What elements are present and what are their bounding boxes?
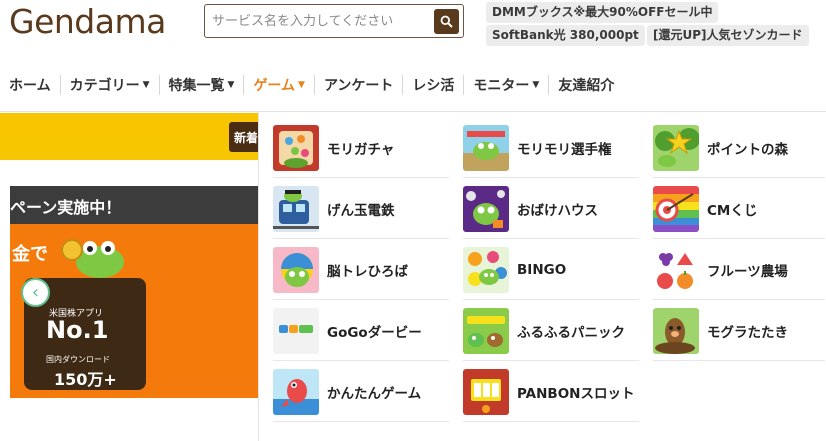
menu-item-derby[interactable]: GoGoダービー <box>273 301 449 361</box>
app-downloads-label: 国内ダウンロード <box>46 355 110 364</box>
nav-home-label: ホーム <box>9 78 51 94</box>
menu-label: CMくじ <box>707 202 758 219</box>
search-icon <box>440 15 453 28</box>
nav-survey[interactable]: アンケート <box>315 75 404 95</box>
menu-label: ポイントの森 <box>707 141 788 158</box>
promo-tag-saison[interactable]: [還元UP]人気セゾンカード <box>647 25 809 46</box>
menu-item-mole[interactable]: モグラたたき <box>653 301 825 361</box>
nav-features[interactable]: 特集一覧 ▼ <box>160 75 245 95</box>
menu-item-slot[interactable]: PANBONスロット <box>463 362 639 422</box>
nav-category[interactable]: カテゴリー ▼ <box>61 75 160 95</box>
nav-receipt[interactable]: レシ活 <box>403 75 465 95</box>
nav-invite[interactable]: 友達紹介 <box>549 75 623 95</box>
caret-down-icon: ▼ <box>298 80 305 90</box>
gendama-logo[interactable]: Gendama <box>9 2 166 41</box>
chevron-left-icon: ‹ <box>31 282 40 303</box>
menu-label: モグラたたき <box>707 324 788 341</box>
morigacha-icon <box>273 124 319 171</box>
menu-label: おばけハウス <box>517 202 598 219</box>
search-button[interactable] <box>434 9 459 34</box>
nav-game[interactable]: ゲーム ▼ <box>244 75 315 95</box>
nav-survey-label: アンケート <box>323 78 394 94</box>
menu-item-brain[interactable]: 脳トレひろば <box>273 240 449 300</box>
menu-item-cm-lottery[interactable]: CMくじ <box>653 179 825 239</box>
derby-icon <box>273 307 319 354</box>
menu-item-easy-game[interactable]: かんたんゲーム <box>273 362 449 422</box>
banner-headline: 金で <box>12 244 48 265</box>
easy-game-icon <box>273 368 319 415</box>
train-icon <box>273 185 319 232</box>
frog-mascot-icon <box>61 239 124 278</box>
notice-band <box>0 113 258 160</box>
furufuru-icon <box>463 307 509 354</box>
menu-label: モリガチャ <box>327 141 395 158</box>
menu-item-furufuru[interactable]: ふるふるパニック <box>463 301 639 361</box>
caret-down-icon: ▼ <box>227 80 235 90</box>
morimori-icon <box>463 124 509 171</box>
app-rank: No.1 <box>46 316 109 344</box>
caret-down-icon: ▼ <box>142 80 150 90</box>
caret-down-icon: ▼ <box>532 80 540 90</box>
menu-item-point-forest[interactable]: ポイントの森 <box>653 118 825 178</box>
slot-icon <box>463 368 509 415</box>
carousel-prev-button[interactable]: ‹ <box>21 278 50 307</box>
app-downloads: 150万+ <box>54 370 117 389</box>
campaign-heading: ペーン実施中！ <box>10 186 258 224</box>
menu-item-train[interactable]: げん玉電鉄 <box>273 179 449 239</box>
menu-label: かんたんゲーム <box>327 385 422 402</box>
menu-label: フルーツ農場 <box>707 263 788 280</box>
promo-tag-dmm[interactable]: DMMブックス※最大90%OFFセール中 <box>486 2 719 23</box>
search-input[interactable] <box>205 5 429 37</box>
nav-home[interactable]: ホーム <box>0 75 61 95</box>
new-arrivals-button[interactable]: 新着 <box>229 122 259 152</box>
menu-label: 脳トレひろば <box>327 263 408 280</box>
nav-monitor-label: モニター <box>473 78 530 94</box>
bingo-icon <box>463 246 509 293</box>
menu-label: げん玉電鉄 <box>327 202 395 219</box>
menu-label: ふるふるパニック <box>517 324 625 341</box>
menu-label: PANBONスロット <box>517 385 635 402</box>
nav-game-label: ゲーム <box>253 78 296 94</box>
nav-features-label: 特集一覧 <box>168 78 225 94</box>
cm-lottery-icon <box>653 185 699 232</box>
nav-receipt-label: レシ活 <box>412 78 455 94</box>
nav-invite-label: 友達紹介 <box>558 78 615 94</box>
menu-label: モリモリ選手権 <box>517 141 612 158</box>
mole-icon <box>653 307 699 354</box>
main-nav: ホーム カテゴリー ▼ 特集一覧 ▼ ゲーム ▼ アンケート レシ活 モニター ▼ 友達… <box>0 66 623 104</box>
promo-tag-softbank[interactable]: SoftBank光 380,000pt <box>486 25 645 46</box>
brain-icon <box>273 246 319 293</box>
nav-category-label: カテゴリー <box>69 78 140 94</box>
nav-monitor[interactable]: モニター ▼ <box>464 75 550 95</box>
game-dropdown-menu: モリガチャ モリモリ選手権 ポイントの森 げん玉電鉄 おばけハウス CMくじ 脳… <box>258 112 826 441</box>
menu-item-morigacha[interactable]: モリガチャ <box>273 118 449 178</box>
point-forest-icon <box>653 124 699 171</box>
fruit-farm-icon <box>653 246 699 293</box>
campaign-banner[interactable]: 金で 米国株アプリ No.1 国内ダウンロード 150万+ <box>10 224 258 398</box>
menu-item-morimori[interactable]: モリモリ選手権 <box>463 118 639 178</box>
menu-label: GoGoダービー <box>327 324 422 341</box>
ghost-house-icon <box>463 185 509 232</box>
menu-item-ghost-house[interactable]: おばけハウス <box>463 179 639 239</box>
menu-item-bingo[interactable]: BINGO <box>463 240 639 300</box>
search-box <box>204 4 464 38</box>
menu-item-fruit-farm[interactable]: フルーツ農場 <box>653 240 825 300</box>
menu-label: BINGO <box>517 261 567 278</box>
